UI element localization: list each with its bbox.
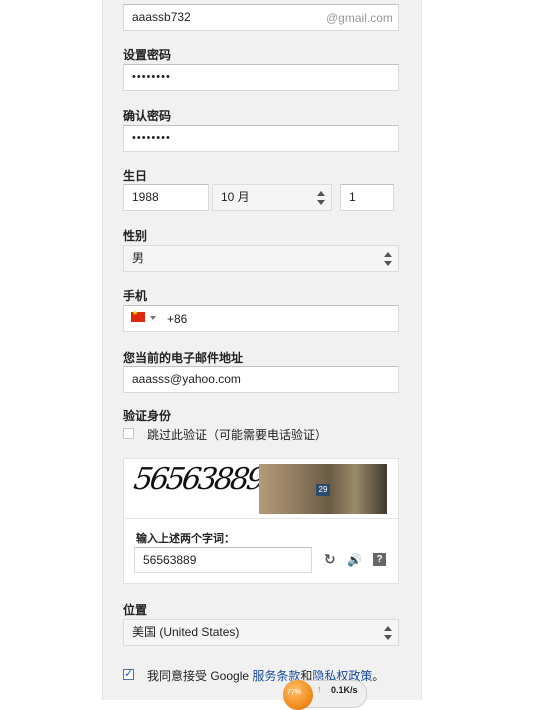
birth-day-field[interactable]: 1 [340,184,394,211]
gender-label: 性别 [123,229,148,243]
gender-select[interactable]: 男 [123,245,399,272]
phone-country-code: +86 [167,312,188,326]
captcha-word-image: 56563889 [131,462,266,497]
phone-field[interactable] [123,305,399,332]
captcha-input[interactable]: 56563889 [134,547,312,573]
gmail-suffix: @gmail.com [326,11,393,25]
confirm-password-label: 确认密码 [123,109,172,123]
agree-terms-checkbox[interactable]: ✓ [123,668,134,680]
select-arrows-icon [384,626,392,640]
location-value: 美国 (United States) [132,625,240,639]
network-usage-icon: 77% [283,680,313,710]
audio-icon[interactable]: 🔊 [347,553,362,567]
birth-month-select[interactable]: 10 月 [212,184,332,211]
network-percent: 77% [287,689,302,696]
refresh-icon[interactable]: ↻ [324,552,336,566]
captcha-divider [124,518,398,519]
username-value: aaassb732 [132,10,191,24]
confirm-password-field[interactable]: •••••••• [123,125,399,152]
captcha-prompt: 输入上述两个字词： [136,533,235,545]
birthday-label: 生日 [123,169,148,183]
location-select[interactable]: 美国 (United States) [123,619,399,646]
help-icon[interactable]: ? [373,553,386,566]
skip-verification-text: 跳过此验证（可能需要电话验证） [147,428,328,442]
verification-label: 验证身份 [123,409,172,423]
select-arrows-icon [317,191,325,205]
birth-year-field[interactable]: 1988 [123,184,209,211]
select-arrows-icon [384,252,392,266]
network-speed-value: 0.1K/s [331,685,358,695]
location-label: 位置 [123,603,148,617]
password-field[interactable]: •••••••• [123,64,399,91]
gender-value: 男 [132,251,145,265]
phone-label: 手机 [123,289,148,303]
china-flag-icon[interactable] [131,309,145,322]
skip-verification-checkbox[interactable] [123,428,134,439]
country-dropdown-icon[interactable] [150,316,156,320]
current-email-label: 您当前的电子邮件地址 [123,351,244,365]
birth-month-value: 10 月 [221,190,250,204]
current-email-field[interactable]: aaasss@yahoo.com [123,366,399,393]
captcha-photo-number: 29 [316,484,330,496]
upload-arrow-icon: ↑ [317,684,322,694]
password-label: 设置密码 [123,48,172,62]
checkmark-icon: ✓ [124,668,134,680]
